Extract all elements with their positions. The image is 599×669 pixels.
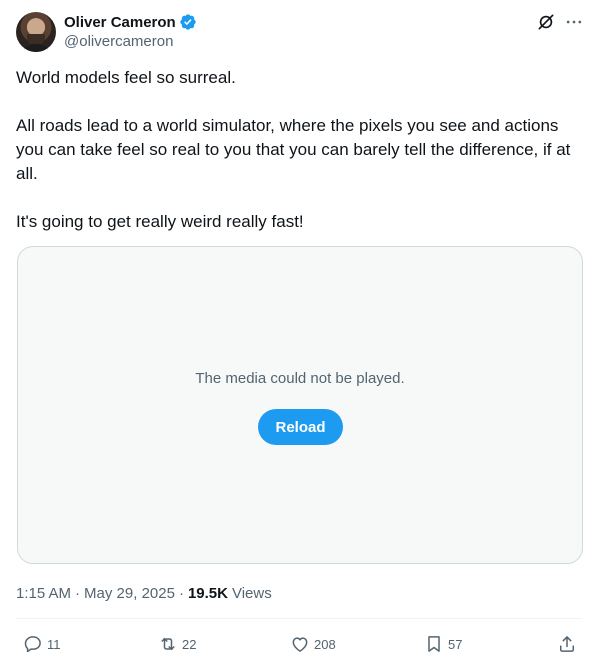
author-display-name[interactable]: Oliver Cameron <box>64 14 176 31</box>
like-icon <box>292 637 308 652</box>
verified-badge-icon <box>180 14 196 30</box>
post-paragraph: All roads lead to a world simulator, whe… <box>16 116 571 183</box>
grok-icon[interactable] <box>536 12 556 32</box>
like-count: 208 <box>314 636 336 652</box>
reload-button[interactable]: Reload <box>258 409 343 445</box>
like-button[interactable]: 208 <box>290 633 336 655</box>
reply-count: 11 <box>47 636 61 652</box>
media-player[interactable]: The media could not be played. Reload <box>17 246 583 564</box>
repost-count: 22 <box>182 636 197 652</box>
reply-icon <box>24 636 41 653</box>
share-icon <box>560 636 574 652</box>
avatar-shirt <box>20 44 52 52</box>
post-time[interactable]: 1:15 AM <box>16 585 71 602</box>
post-meta: 1:15 AM · May 29, 2025 · 19.5K Views <box>16 583 272 603</box>
author-name-row: Oliver Cameron <box>64 12 197 32</box>
meta-separator: · <box>75 584 81 602</box>
bookmark-button[interactable]: 57 <box>424 633 462 655</box>
bookmark-count: 57 <box>448 636 463 652</box>
share-button[interactable] <box>557 633 577 655</box>
reply-button[interactable]: 11 <box>23 633 61 655</box>
post-paragraph: It's going to get really weird really fa… <box>16 212 304 231</box>
tweet: Oliver Cameron @olivercameron World mode… <box>0 0 599 669</box>
repost-button[interactable]: 22 <box>158 633 196 655</box>
views-label: Views <box>231 584 272 602</box>
post-paragraph: World models feel so surreal. <box>16 68 236 87</box>
more-icon[interactable] <box>564 12 584 32</box>
post-text: World models feel so surreal. All roads … <box>16 66 582 234</box>
meta-separator: · <box>178 584 184 602</box>
repost-icon <box>161 637 175 651</box>
views-count: 19.5K <box>187 584 228 602</box>
author-handle[interactable]: @olivercameron <box>64 33 173 50</box>
post-date[interactable]: May 29, 2025 <box>84 585 175 602</box>
avatar[interactable] <box>16 12 56 52</box>
media-error-message: The media could not be played. <box>195 370 405 387</box>
divider <box>16 618 582 619</box>
bookmark-icon <box>428 636 440 652</box>
